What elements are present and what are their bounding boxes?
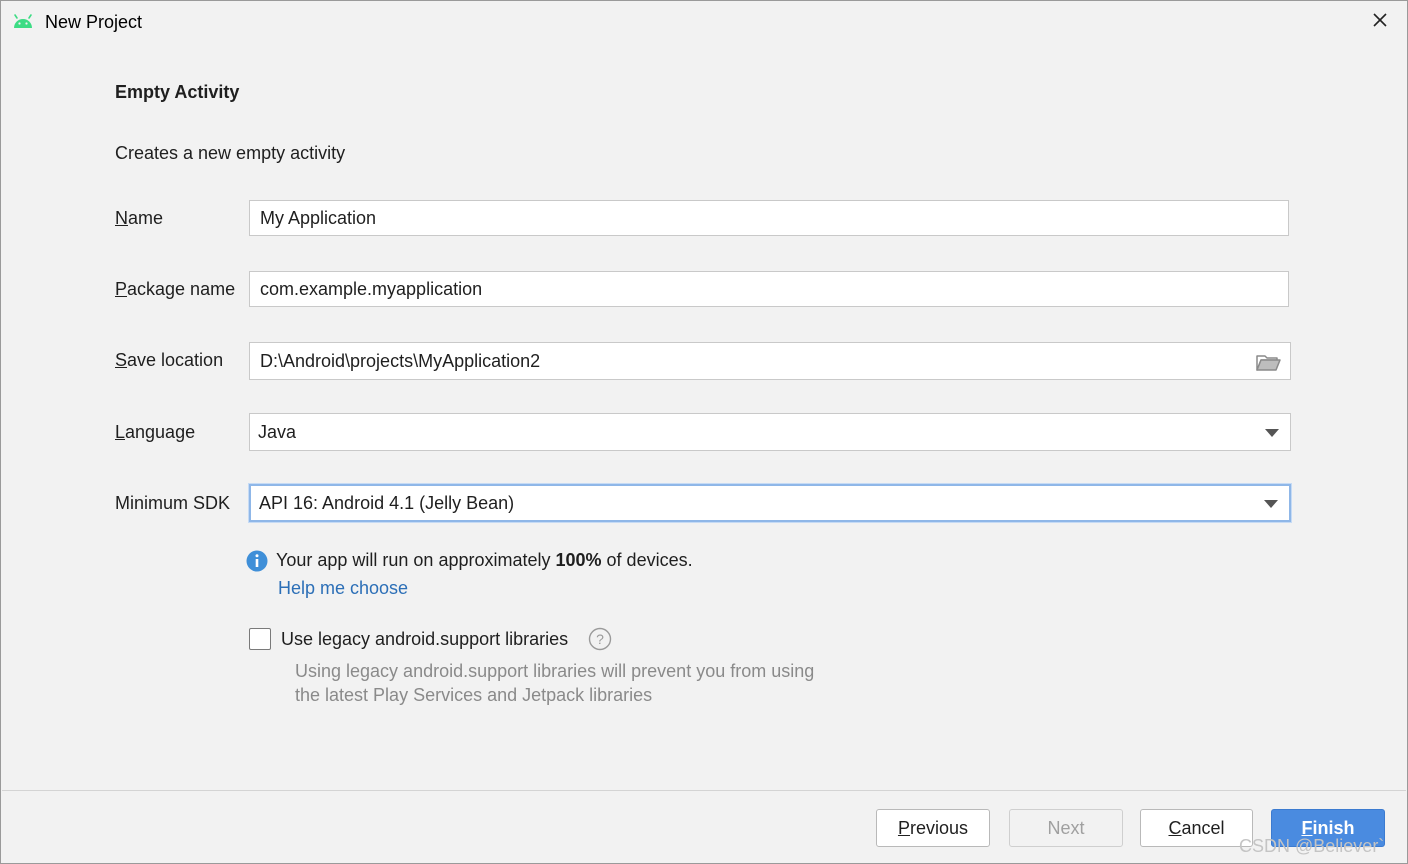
legacy-note-line-2: the latest Play Services and Jetpack lib…: [295, 685, 653, 705]
template-heading: Empty Activity: [115, 82, 240, 102]
legacy-support-label[interactable]: Use legacy android.support libraries: [281, 629, 568, 650]
previous-button-mnemonic: P: [897, 818, 910, 838]
device-coverage-prefix: Your app will run on approximately: [276, 550, 556, 570]
new-project-dialog: New Project Empty Activity Creates a new…: [0, 0, 1408, 864]
title-bar: New Project: [1, 1, 1407, 43]
legacy-support-note: Using legacy android.support libraries w…: [295, 659, 814, 707]
help-me-choose-link[interactable]: Help me choose: [278, 578, 408, 599]
legacy-support-checkbox[interactable]: [249, 628, 271, 650]
cancel-button-rest: ancel: [1181, 818, 1225, 838]
svg-text:?: ?: [596, 631, 604, 647]
close-icon[interactable]: [1369, 9, 1391, 31]
chevron-down-icon: [1264, 500, 1278, 508]
language-label-rest: anguage: [125, 422, 196, 442]
android-icon: [14, 14, 32, 28]
device-coverage-text: Your app will run on approximately 100% …: [276, 550, 693, 571]
legacy-note-line-1: Using legacy android.support libraries w…: [295, 661, 815, 681]
question-icon[interactable]: ?: [588, 627, 612, 651]
device-coverage-suffix: of devices.: [601, 550, 693, 570]
package-name-label: Package name: [115, 279, 235, 300]
previous-button-rest: revious: [909, 818, 969, 838]
footer-divider: [2, 790, 1406, 791]
save-location-label: Save location: [115, 350, 223, 371]
language-label: Language: [115, 422, 195, 443]
folder-icon[interactable]: [1255, 351, 1281, 373]
package-name-label-rest: ackage name: [127, 279, 236, 299]
package-name-field[interactable]: [249, 271, 1289, 307]
watermark: CSDN @Believer`: [1239, 836, 1385, 856]
name-label: Name: [115, 208, 163, 229]
package-name-label-mnemonic: P: [115, 279, 128, 299]
name-field[interactable]: [249, 200, 1289, 236]
language-selected-value: Java: [258, 422, 297, 442]
finish-button-rest: inish: [1312, 818, 1355, 838]
name-label-rest: ame: [128, 208, 164, 228]
language-dropdown[interactable]: Java: [249, 413, 1291, 451]
next-button[interactable]: Next: [1009, 809, 1123, 847]
window-title: New Project: [45, 12, 143, 32]
cancel-button[interactable]: Cancel: [1140, 809, 1253, 847]
minimum-sdk-dropdown[interactable]: API 16: Android 4.1 (Jelly Bean): [249, 484, 1291, 522]
name-label-mnemonic: N: [115, 208, 128, 228]
minimum-sdk-selected-value: API 16: Android 4.1 (Jelly Bean): [259, 493, 515, 513]
previous-button[interactable]: Previous: [876, 809, 990, 847]
save-location-field[interactable]: [249, 342, 1291, 380]
save-location-label-rest: ave location: [127, 350, 224, 370]
finish-button-mnemonic: F: [1301, 818, 1313, 838]
cancel-button-mnemonic: C: [1168, 818, 1182, 838]
template-description: Creates a new empty activity: [115, 143, 346, 163]
save-location-label-mnemonic: S: [115, 350, 128, 370]
minimum-sdk-label: Minimum SDK: [115, 493, 231, 513]
device-coverage-percent: 100%: [555, 550, 602, 570]
chevron-down-icon: [1265, 429, 1279, 437]
info-icon: [246, 550, 268, 572]
language-label-mnemonic: L: [115, 422, 126, 442]
